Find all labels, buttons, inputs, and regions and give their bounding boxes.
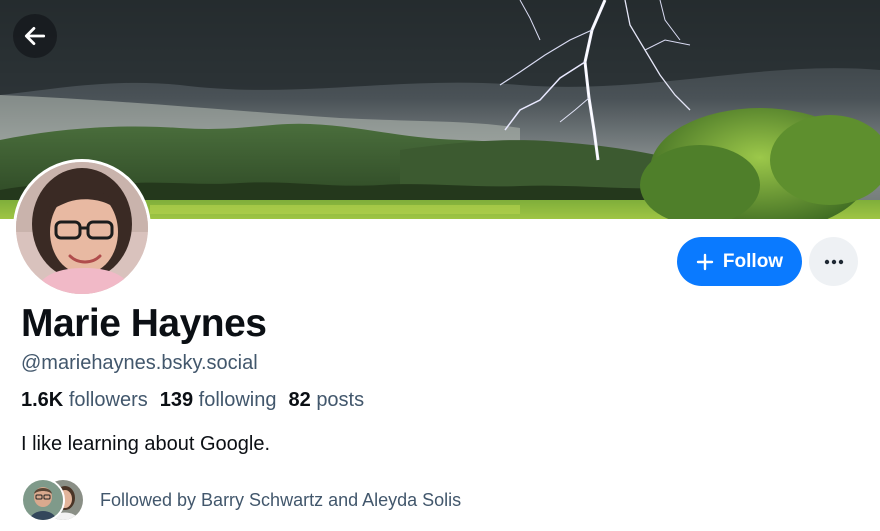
- following-count: 139: [159, 389, 194, 411]
- ellipsis-icon: [824, 259, 843, 264]
- following-label: following: [198, 389, 277, 411]
- plus-icon: [696, 253, 714, 270]
- profile-bio: I like learning about Google.: [21, 433, 271, 455]
- followers-count: 1.6K: [21, 389, 64, 411]
- known-followers-text: Followed by Barry Schwartz and Aleyda So…: [100, 489, 462, 510]
- followers-label: followers: [68, 389, 148, 411]
- arrow-left-icon: [24, 27, 46, 45]
- follow-button-label: Follow: [722, 250, 784, 272]
- avatar-image: [16, 162, 148, 294]
- posts-stat: 82 posts: [289, 389, 365, 412]
- more-options-button[interactable]: [809, 237, 858, 286]
- profile-handle: @mariehaynes.bsky.social: [21, 352, 258, 374]
- display-name: Marie Haynes: [21, 302, 267, 345]
- posts-count: 82: [288, 389, 311, 411]
- following-link[interactable]: 139 following: [160, 389, 277, 412]
- known-follower-avatar: [21, 478, 65, 522]
- known-followers-avatars: [21, 478, 85, 522]
- profile-stats: 1.6K followers 139 following 82 posts: [21, 389, 364, 412]
- back-button[interactable]: [13, 14, 57, 58]
- follow-button[interactable]: Follow: [677, 237, 802, 286]
- known-followers[interactable]: Followed by Barry Schwartz and Aleyda So…: [21, 478, 461, 522]
- profile-avatar[interactable]: [13, 159, 151, 297]
- followers-link[interactable]: 1.6K followers: [21, 389, 148, 412]
- posts-label: posts: [316, 389, 365, 411]
